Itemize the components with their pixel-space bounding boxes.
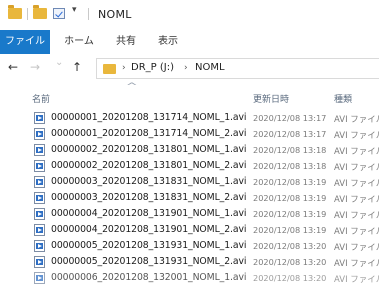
file-modified-date: 2020/12/08 13:20 (253, 273, 327, 283)
breadcrumb-separator: › (184, 63, 188, 73)
file-name: 00000004_20201208_131901_NOML_1.avi (51, 208, 247, 219)
video-file-icon (34, 128, 45, 140)
recent-locations-chevron-icon[interactable]: ⌄ (55, 57, 63, 68)
file-type: AVI ファイル (334, 163, 379, 173)
file-row[interactable]: 00000005_20201208_131931_NOML_2.avi 2020… (0, 254, 379, 270)
file-type: AVI ファイル (334, 131, 379, 141)
file-modified-date: 2020/12/08 13:18 (253, 145, 327, 155)
file-name: 00000003_20201208_131831_NOML_1.avi (51, 176, 247, 187)
column-header-name[interactable]: 名前 (32, 92, 50, 105)
navigation-bar: ← → ⌄ ↑ › DR_P (J:) › NOML (0, 54, 379, 82)
file-name: 00000001_20201208_131714_NOML_1.avi (51, 112, 247, 123)
file-type: AVI ファイル (334, 259, 379, 269)
folder-icon (103, 64, 116, 74)
toolbar-divider (27, 8, 28, 20)
file-modified-date: 2020/12/08 13:17 (253, 129, 327, 139)
window-title: NOML (98, 8, 132, 21)
breadcrumb-noml[interactable]: NOML (195, 62, 225, 73)
video-file-icon (34, 176, 45, 188)
file-row[interactable]: 00000004_20201208_131901_NOML_2.avi 2020… (0, 222, 379, 238)
breadcrumb-drive[interactable]: DR_P (J:) (131, 62, 174, 73)
file-type: AVI ファイル (334, 211, 379, 221)
back-arrow-icon[interactable]: ← (8, 60, 18, 74)
file-row[interactable]: 00000001_20201208_131714_NOML_1.avi 2020… (0, 110, 379, 126)
tab-home[interactable]: ホーム (56, 30, 102, 54)
file-name: 00000005_20201208_131931_NOML_2.avi (51, 256, 247, 267)
file-modified-date: 2020/12/08 13:19 (253, 177, 327, 187)
tab-file[interactable]: ファイル (0, 30, 50, 54)
file-type: AVI ファイル (334, 275, 379, 285)
file-row[interactable]: 00000003_20201208_131831_NOML_1.avi 2020… (0, 174, 379, 190)
video-file-icon (34, 160, 45, 172)
video-file-icon (34, 112, 45, 124)
properties-check-icon[interactable] (53, 8, 65, 19)
file-row[interactable]: 00000006_20201208_132001_NOML_1.avi 2020… (0, 270, 379, 286)
file-row[interactable]: 00000003_20201208_131831_NOML_2.avi 2020… (0, 190, 379, 206)
file-modified-date: 2020/12/08 13:18 (253, 161, 327, 171)
column-header-row: ^ 名前 更新日時 種類 (0, 82, 379, 105)
file-modified-date: 2020/12/08 13:20 (253, 241, 327, 251)
sort-ascending-icon: ^ (125, 82, 138, 92)
file-modified-date: 2020/12/08 13:19 (253, 209, 327, 219)
file-name: 00000004_20201208_131901_NOML_2.avi (51, 224, 247, 235)
video-file-icon (34, 272, 45, 284)
folder-icon (8, 5, 22, 19)
video-file-icon (34, 144, 45, 156)
file-type: AVI ファイル (334, 243, 379, 253)
new-folder-icon[interactable] (33, 5, 47, 19)
file-type: AVI ファイル (334, 147, 379, 157)
file-row[interactable]: 00000001_20201208_131714_NOML_2.avi 2020… (0, 126, 379, 142)
file-row[interactable]: 00000002_20201208_131801_NOML_1.avi 2020… (0, 142, 379, 158)
file-name: 00000002_20201208_131801_NOML_1.avi (51, 144, 247, 155)
file-type: AVI ファイル (334, 195, 379, 205)
file-type: AVI ファイル (334, 227, 379, 237)
video-file-icon (34, 192, 45, 204)
video-file-icon (34, 240, 45, 252)
video-file-icon (34, 256, 45, 268)
tab-view[interactable]: 表示 (150, 30, 186, 54)
forward-arrow-icon[interactable]: → (30, 60, 40, 74)
up-arrow-icon[interactable]: ↑ (72, 60, 82, 74)
file-name: 00000003_20201208_131831_NOML_2.avi (51, 192, 247, 203)
video-file-icon (34, 224, 45, 236)
column-header-type[interactable]: 種類 (334, 92, 352, 105)
file-name: 00000001_20201208_131714_NOML_2.avi (51, 128, 247, 139)
title-bar: ▾ NOML (0, 0, 379, 30)
title-divider (88, 8, 89, 20)
file-row[interactable]: 00000005_20201208_131931_NOML_1.avi 2020… (0, 238, 379, 254)
file-type: AVI ファイル (334, 115, 379, 125)
file-modified-date: 2020/12/08 13:17 (253, 113, 327, 123)
file-row[interactable]: 00000002_20201208_131801_NOML_2.avi 2020… (0, 158, 379, 174)
file-modified-date: 2020/12/08 13:19 (253, 225, 327, 235)
address-bar[interactable]: › DR_P (J:) › NOML (96, 58, 379, 79)
tab-share[interactable]: 共有 (108, 30, 144, 54)
file-row[interactable]: 00000004_20201208_131901_NOML_1.avi 2020… (0, 206, 379, 222)
column-header-modified[interactable]: 更新日時 (253, 92, 289, 105)
quick-access-dropdown-icon[interactable]: ▾ (72, 5, 77, 15)
ribbon-tabs: ファイル ホーム 共有 表示 (0, 30, 379, 55)
file-type: AVI ファイル (334, 179, 379, 189)
file-modified-date: 2020/12/08 13:20 (253, 257, 327, 267)
file-name: 00000005_20201208_131931_NOML_1.avi (51, 240, 247, 251)
video-file-icon (34, 208, 45, 220)
file-modified-date: 2020/12/08 13:19 (253, 193, 327, 203)
file-name: 00000002_20201208_131801_NOML_2.avi (51, 160, 247, 171)
file-explorer-window: ▾ NOML ファイル ホーム 共有 表示 ← → ⌄ ↑ › DR_P (J:… (0, 0, 379, 292)
breadcrumb-separator: › (122, 63, 126, 73)
file-name: 00000006_20201208_132001_NOML_1.avi (51, 272, 247, 283)
